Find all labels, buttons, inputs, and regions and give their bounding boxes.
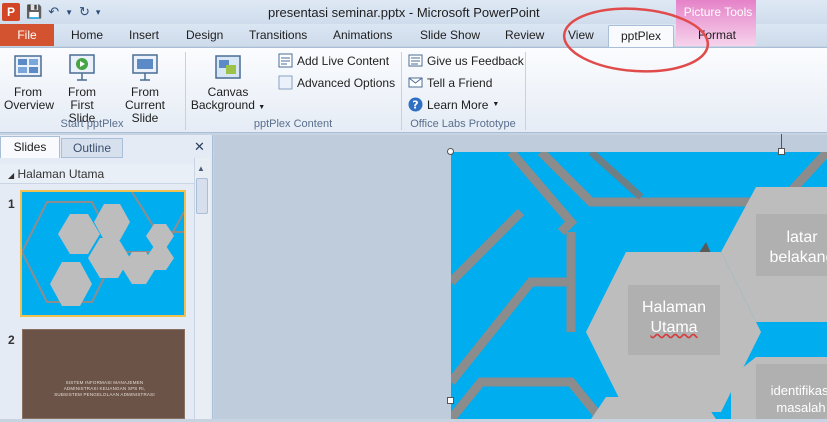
- from-overview-line1: From: [14, 85, 42, 99]
- slide-number: 1: [8, 197, 15, 211]
- annotation-ellipse: [562, 7, 710, 73]
- selection-handle[interactable]: [778, 148, 785, 155]
- close-icon[interactable]: ✕: [194, 139, 205, 155]
- give-feedback-button[interactable]: Give us Feedback: [408, 53, 524, 68]
- redo-icon[interactable]: ↻: [79, 4, 90, 20]
- quick-access-toolbar: P 💾 ↶ ▼ ↻ ▾: [2, 3, 100, 21]
- hex-right-bottom-line2: masalah: [776, 400, 826, 415]
- learn-more-label: Learn More: [427, 97, 489, 112]
- slide-graphic: [447, 148, 827, 422]
- hex-right-top-line1: latar: [786, 229, 818, 246]
- section-header[interactable]: ◢ Halaman Utama: [0, 164, 194, 184]
- help-icon: ?: [408, 97, 423, 112]
- customize-qat-icon[interactable]: ▾: [96, 7, 101, 18]
- collapse-triangle-icon: ◢: [8, 171, 15, 180]
- canvas-background-icon: [215, 55, 241, 79]
- add-live-content-button[interactable]: Add Live Content: [278, 53, 389, 68]
- tab-transitions[interactable]: Transitions: [249, 28, 307, 42]
- powerpoint-logo-icon: P: [2, 3, 20, 21]
- tab-animations[interactable]: Animations: [333, 28, 392, 42]
- thumbnail-2-text: SISTEM INFORMASI MANAJEMEN ADMINISTRASI …: [23, 380, 186, 398]
- hex-halaman-utama[interactable]: Halaman Utama: [628, 298, 720, 338]
- mail-icon: [408, 77, 423, 88]
- from-first-line1: From: [68, 85, 96, 99]
- overview-icon: [14, 55, 42, 77]
- undo-icon[interactable]: ↶: [48, 4, 59, 20]
- canvas-bg-line2: Background: [190, 98, 255, 112]
- slide-thumbnail-1[interactable]: [20, 171, 186, 317]
- advanced-options-label: Advanced Options: [297, 75, 396, 90]
- svg-text:?: ?: [412, 99, 418, 112]
- advanced-options-button[interactable]: Advanced Options: [278, 75, 395, 90]
- from-overview-button[interactable]: From Overview: [4, 52, 55, 112]
- thumbnail-1-preview: [21, 171, 185, 315]
- group-label-start: Start pptPlex: [60, 118, 124, 130]
- window-title: presentasi seminar.pptx - Microsoft Powe…: [268, 5, 540, 20]
- hex-identifikasi-masalah[interactable]: identifikasi masalah: [756, 382, 827, 416]
- tab-design[interactable]: Design: [186, 28, 223, 42]
- from-overview-line2: Overview: [4, 98, 55, 112]
- hex-main-line1: Halaman: [641, 299, 707, 316]
- tell-friend-label: Tell a Friend: [427, 75, 493, 90]
- chevron-down-icon[interactable]: ▼: [65, 8, 73, 17]
- tell-friend-button[interactable]: Tell a Friend: [408, 75, 492, 90]
- feedback-icon: [408, 54, 423, 67]
- chevron-down-icon: ▼: [492, 101, 500, 108]
- canvas-bg-line1: Canvas: [207, 85, 249, 99]
- tab-slides[interactable]: Slides: [0, 136, 60, 158]
- scroll-up-icon[interactable]: ▲: [197, 164, 205, 173]
- hex-main-line2: Utama: [650, 319, 698, 336]
- hex-right-bottom-line1: identifikasi: [770, 383, 827, 398]
- learn-more-button[interactable]: ? Learn More ▼: [408, 97, 499, 112]
- play-presentation-icon: [69, 54, 95, 81]
- canvas-background-button[interactable]: Canvas Background ▼: [190, 52, 266, 114]
- tab-outline[interactable]: Outline: [61, 138, 123, 158]
- add-live-content-label: Add Live Content: [297, 53, 390, 68]
- slide-number: 2: [8, 333, 15, 347]
- tab-home[interactable]: Home: [71, 28, 103, 42]
- thumb2-line: SUBSISTEM PENGELOLAAN ADMINISTRASI: [54, 392, 155, 397]
- save-icon[interactable]: 💾: [26, 4, 42, 20]
- hex-right-top-line2: belakang: [769, 249, 827, 266]
- selection-handle[interactable]: [447, 397, 454, 404]
- chevron-down-icon: ▼: [258, 104, 266, 111]
- options-icon: [278, 75, 293, 90]
- slide-thumbnail-2[interactable]: SISTEM INFORMASI MANAJEMEN ADMINISTRASI …: [22, 329, 185, 419]
- group-label-content: pptPlex Content: [253, 118, 333, 130]
- group-label-labs: Office Labs Prototype: [410, 118, 516, 130]
- live-content-icon: [278, 53, 293, 68]
- tab-review[interactable]: Review: [505, 28, 544, 42]
- from-current-slide-button[interactable]: From Current Slide: [110, 52, 180, 125]
- group-separator: [525, 52, 526, 130]
- hex-latar-belakang[interactable]: latar belakang: [756, 228, 827, 268]
- scrollbar-thumb[interactable]: [196, 178, 208, 214]
- current-slide-icon: [132, 54, 158, 81]
- slide-canvas[interactable]: Halaman Utama latar belakang identifikas…: [447, 148, 827, 422]
- rotate-handle-stem: [781, 134, 782, 149]
- give-feedback-label: Give us Feedback: [427, 53, 524, 68]
- from-current-line1: From: [131, 85, 159, 99]
- tab-file[interactable]: File: [0, 24, 54, 46]
- tab-slide-show[interactable]: Slide Show: [420, 28, 480, 42]
- from-first-slide-button[interactable]: From First Slide: [56, 52, 108, 125]
- section-title: Halaman Utama: [17, 167, 105, 181]
- tab-insert[interactable]: Insert: [129, 28, 159, 42]
- selection-handle[interactable]: [447, 148, 454, 155]
